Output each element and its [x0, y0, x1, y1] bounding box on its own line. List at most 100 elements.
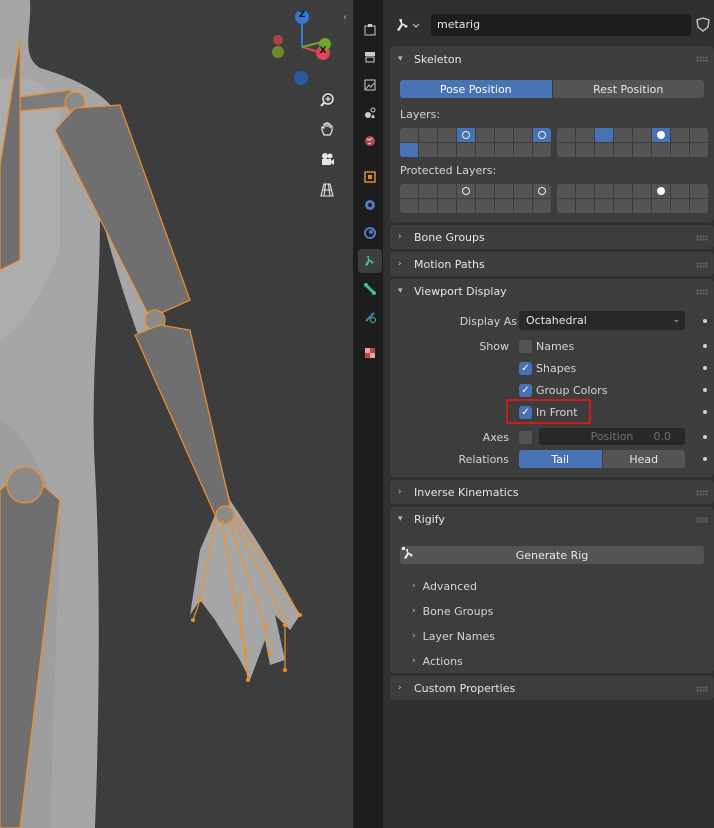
animate-property-icon[interactable]	[703, 457, 707, 461]
axes-checkbox[interactable]	[519, 431, 532, 444]
layer-cell[interactable]	[419, 128, 437, 142]
object-name-field[interactable]: metarig	[431, 14, 691, 36]
axes-position-slider[interactable]: Position 0.0	[539, 428, 685, 445]
inverse-kinematics-panel-header[interactable]: › Inverse Kinematics	[390, 480, 714, 504]
layer-cell[interactable]	[652, 184, 670, 198]
layer-cell[interactable]	[576, 128, 594, 142]
viewport-display-panel-header[interactable]: ▾ Viewport Display	[390, 279, 714, 303]
layer-cell[interactable]	[557, 128, 575, 142]
layer-cell[interactable]	[671, 184, 689, 198]
layer-cell[interactable]	[438, 199, 456, 213]
pose-position-button[interactable]: Pose Position	[400, 80, 553, 98]
display-as-dropdown[interactable]: Octahedral ⌄	[519, 311, 685, 330]
layer-cell[interactable]	[419, 199, 437, 213]
layer-cell[interactable]	[633, 128, 651, 142]
head-button[interactable]: Head	[602, 450, 685, 468]
animate-property-icon[interactable]	[703, 366, 707, 370]
layer-cell[interactable]	[690, 184, 708, 198]
layer-cell[interactable]	[595, 128, 613, 142]
layer-cell[interactable]	[595, 199, 613, 213]
group-colors-checkbox[interactable]: ✓	[519, 384, 532, 397]
zoom-icon[interactable]	[319, 92, 341, 114]
rigify-bone-groups-subpanel[interactable]: › Bone Groups	[412, 601, 493, 621]
layer-cell[interactable]	[533, 128, 551, 142]
layer-cell[interactable]	[400, 199, 418, 213]
in-front-checkbox[interactable]: ✓	[519, 406, 532, 419]
layer-cell[interactable]	[652, 128, 670, 142]
layer-cell[interactable]	[652, 199, 670, 213]
tail-button[interactable]: Tail	[519, 450, 603, 468]
layer-cell[interactable]	[514, 184, 532, 198]
layer-cell[interactable]	[514, 128, 532, 142]
layer-cell[interactable]	[671, 143, 689, 157]
layer-cell[interactable]	[690, 199, 708, 213]
layer-cell[interactable]	[495, 199, 513, 213]
layer-cell[interactable]	[476, 143, 494, 157]
layer-cell[interactable]	[557, 184, 575, 198]
hand-pan-icon[interactable]	[319, 121, 341, 143]
animate-property-icon[interactable]	[703, 410, 707, 414]
layer-cell[interactable]	[476, 184, 494, 198]
layer-cell[interactable]	[671, 128, 689, 142]
layer-cell[interactable]	[514, 143, 532, 157]
modifiers-tab-icon[interactable]	[358, 193, 382, 217]
texture-tab-icon[interactable]	[358, 341, 382, 365]
layer-cell[interactable]	[614, 184, 632, 198]
layer-cell[interactable]	[457, 128, 475, 142]
layer-cell[interactable]	[690, 128, 708, 142]
drag-grip-icon[interactable]	[696, 235, 708, 241]
layer-cell[interactable]	[614, 128, 632, 142]
layer-cell[interactable]	[495, 184, 513, 198]
layer-cell[interactable]	[457, 184, 475, 198]
armature-icon[interactable]	[395, 16, 421, 37]
layer-cell[interactable]	[533, 143, 551, 157]
layer-cell[interactable]	[595, 143, 613, 157]
generate-rig-button[interactable]: Generate Rig	[400, 546, 704, 564]
layer-cell[interactable]	[576, 184, 594, 198]
layer-cell[interactable]	[533, 184, 551, 198]
names-checkbox[interactable]	[519, 340, 532, 353]
drag-grip-icon[interactable]	[696, 686, 708, 692]
layer-cell[interactable]	[633, 184, 651, 198]
layer-cell[interactable]	[457, 143, 475, 157]
layer-cell[interactable]	[595, 184, 613, 198]
layer-cell[interactable]	[557, 143, 575, 157]
shapes-checkbox[interactable]: ✓	[519, 362, 532, 375]
camera-icon[interactable]	[319, 151, 341, 173]
layer-names-subpanel[interactable]: › Layer Names	[412, 626, 495, 646]
layer-cell[interactable]	[400, 143, 418, 157]
layer-cell[interactable]	[400, 128, 418, 142]
layer-cell[interactable]	[533, 199, 551, 213]
drag-grip-icon[interactable]	[696, 490, 708, 496]
layer-cell[interactable]	[614, 199, 632, 213]
drag-grip-icon[interactable]	[696, 517, 708, 523]
grid-perspective-icon[interactable]	[319, 182, 341, 204]
layer-cell[interactable]	[614, 143, 632, 157]
layer-cell[interactable]	[438, 184, 456, 198]
object-tab-icon[interactable]	[358, 165, 382, 189]
motion-paths-panel-header[interactable]: › Motion Paths	[390, 252, 714, 276]
fake-user-shield-icon[interactable]	[696, 17, 710, 36]
bone-groups-panel-header[interactable]: › Bone Groups	[390, 225, 714, 249]
rigify-panel-header[interactable]: ▾ Rigify	[390, 507, 714, 531]
layer-cell[interactable]	[514, 199, 532, 213]
drag-grip-icon[interactable]	[696, 56, 708, 62]
animate-property-icon[interactable]	[703, 319, 707, 323]
skeleton-panel-header[interactable]: ▾ Skeleton	[390, 46, 714, 72]
layer-cell[interactable]	[400, 184, 418, 198]
layer-cell[interactable]	[576, 143, 594, 157]
gizmo-z-label[interactable]: Z	[296, 10, 308, 20]
layer-cell[interactable]	[652, 143, 670, 157]
layer-cell[interactable]	[671, 199, 689, 213]
bone-constraint-tab-icon[interactable]	[358, 305, 382, 329]
layer-cell[interactable]	[438, 143, 456, 157]
rest-position-button[interactable]: Rest Position	[552, 80, 704, 98]
render-tab-icon[interactable]	[358, 45, 382, 69]
view-layer-tab-icon[interactable]	[358, 101, 382, 125]
armature-data-tab-icon[interactable]	[358, 249, 382, 273]
layer-cell[interactable]	[690, 143, 708, 157]
layer-cell[interactable]	[633, 143, 651, 157]
animate-property-icon[interactable]	[703, 435, 707, 439]
3d-viewport[interactable]: Z X ‹	[0, 0, 353, 828]
layer-cell[interactable]	[438, 128, 456, 142]
